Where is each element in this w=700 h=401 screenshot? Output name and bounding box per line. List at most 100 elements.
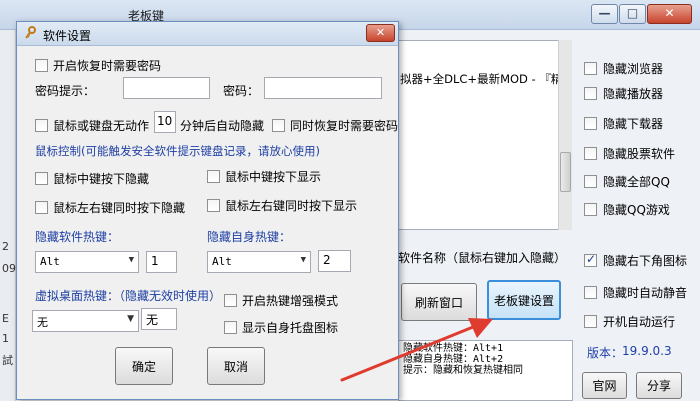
checkbox-box[interactable]	[584, 252, 597, 267]
checkbox-box[interactable]	[35, 201, 48, 214]
hide-self-hotkey-label: 隐藏自身热键：	[207, 230, 292, 244]
checkbox-label: 开启恢复时需要密码	[53, 59, 162, 73]
strip-char: 試	[2, 354, 13, 367]
checkbox-box[interactable]	[207, 170, 220, 183]
dialog-close-button[interactable]: ✕	[366, 24, 395, 42]
hide-tray-icons-checkbox[interactable]: 隐藏右下角图标	[584, 252, 687, 269]
select-value: Alt	[212, 255, 232, 268]
hotkey-info-line: 隐藏软件热键：Alt+1	[403, 343, 504, 354]
checkbox-label: 隐藏QQ游戏	[603, 203, 670, 217]
minimize-button[interactable]: —	[591, 4, 618, 24]
process-list[interactable]: 拟器+全DLC+最新MOD - 『精品	[396, 40, 572, 230]
checkbox-label: 隐藏下载器	[603, 117, 664, 131]
password-hint-label: 密码提示：	[35, 84, 96, 98]
checkbox-label: 隐藏时自动静音	[603, 286, 688, 300]
restore-needs-password-checkbox[interactable]: 同时恢复时需要密码	[272, 117, 398, 134]
checkbox-box[interactable]	[584, 147, 597, 160]
checkbox-label: 鼠标或键盘无动作	[53, 119, 150, 133]
minimize-icon: —	[598, 6, 611, 20]
checkbox-box[interactable]	[224, 294, 237, 307]
checkbox-box[interactable]	[584, 175, 597, 188]
hide-player-checkbox[interactable]: 隐藏播放器	[584, 85, 663, 102]
checkbox-box[interactable]	[584, 286, 597, 299]
close-icon: ✕	[375, 26, 386, 39]
checkbox-label: 同时恢复时需要密码	[290, 119, 399, 133]
restore-password-checkbox[interactable]: 开启恢复时需要密码	[35, 57, 161, 74]
checkbox-box[interactable]	[584, 87, 597, 100]
version-value: 19.9.0.3	[622, 344, 672, 358]
idle-suffix-label: 分钟后自动隐藏	[180, 119, 265, 133]
share-button[interactable]: 分享	[636, 372, 682, 399]
password-hint-input[interactable]	[123, 77, 210, 99]
maximize-button[interactable]: □	[619, 4, 646, 24]
checkbox-box[interactable]	[584, 203, 597, 216]
auto-mute-checkbox[interactable]: 隐藏时自动静音	[584, 284, 687, 301]
both-buttons-show-checkbox[interactable]: 鼠标左右键同时按下显示	[207, 197, 357, 214]
idle-minutes-input[interactable]: 10	[154, 111, 176, 133]
virtual-desktop-hotkey-label: 虚拟桌面热键：（隐藏无效时使用）	[35, 289, 222, 303]
maximize-icon: □	[626, 6, 639, 20]
hide-stock-software-checkbox[interactable]: 隐藏股票软件	[584, 145, 675, 162]
enhanced-hotkey-checkbox[interactable]: 开启热键增强模式	[224, 292, 338, 309]
key-icon-svg	[25, 26, 36, 39]
mouse-control-note: 鼠标控制(可能触发安全软件提示键盘记录，请放心使用)	[35, 144, 320, 158]
checkbox-label: 隐藏浏览器	[603, 62, 664, 76]
hide-self-key-input[interactable]: 2	[318, 250, 351, 272]
password-input[interactable]	[264, 77, 382, 99]
process-list-scrollbar[interactable]	[558, 40, 572, 230]
version-label: 版本：	[587, 346, 624, 360]
select-value: 无	[37, 316, 48, 329]
checkbox-label: 鼠标中键按下显示	[225, 170, 322, 184]
boss-key-settings-button[interactable]: 老板键设置	[487, 280, 561, 320]
hide-self-modifier-select[interactable]: Alt ▼	[207, 251, 311, 273]
close-button[interactable]: ✕	[647, 4, 692, 24]
checkbox-box[interactable]	[584, 315, 597, 328]
virtual-desktop-modifier-select[interactable]: 无 ▼	[32, 310, 139, 332]
hide-software-modifier-select[interactable]: Alt ▼	[35, 251, 139, 273]
checkbox-box[interactable]	[35, 59, 48, 72]
hide-all-qq-checkbox[interactable]: 隐藏全部QQ	[584, 173, 670, 190]
checkbox-box[interactable]	[272, 119, 285, 132]
virtual-desktop-key-input[interactable]: 无	[141, 308, 177, 330]
checkbox-label: 隐藏右下角图标	[603, 254, 688, 268]
middle-click-show-checkbox[interactable]: 鼠标中键按下显示	[207, 168, 321, 185]
hotkey-info-line: 提示：隐藏和恢复热键相同	[403, 365, 523, 376]
both-buttons-hide-checkbox[interactable]: 鼠标左右键同时按下隐藏	[35, 199, 185, 216]
scrollbar-thumb[interactable]	[560, 152, 571, 192]
cancel-button[interactable]: 取消	[207, 347, 265, 385]
strip-char: 2	[2, 240, 9, 253]
checkbox-box[interactable]	[35, 119, 48, 132]
checkbox-label: 显示自身托盘图标	[242, 321, 339, 335]
checkbox-label: 隐藏播放器	[603, 87, 664, 101]
strip-char: 09	[2, 262, 16, 275]
checkbox-box[interactable]	[584, 62, 597, 75]
checkbox-label: 鼠标左右键同时按下显示	[225, 199, 358, 213]
middle-click-hide-checkbox[interactable]: 鼠标中键按下隐藏	[35, 170, 149, 187]
checkbox-box[interactable]	[584, 117, 597, 130]
refresh-window-button[interactable]: 刷新窗口	[401, 283, 477, 321]
select-value: Alt	[40, 255, 60, 268]
checkbox-label: 隐藏全部QQ	[603, 175, 670, 189]
checkbox-label: 开启热键增强模式	[242, 294, 339, 308]
auto-start-checkbox[interactable]: 开机自动运行	[584, 313, 675, 330]
checkbox-box[interactable]	[35, 172, 48, 185]
hide-downloader-checkbox[interactable]: 隐藏下载器	[584, 115, 663, 132]
checkbox-label: 隐藏股票软件	[603, 147, 676, 161]
hide-browser-checkbox[interactable]: 隐藏浏览器	[584, 60, 663, 77]
strip-char: 1	[2, 332, 9, 345]
process-list-item[interactable]: 拟器+全DLC+最新MOD - 『精品	[400, 71, 570, 87]
checkbox-box[interactable]	[224, 321, 237, 334]
idle-auto-hide-checkbox[interactable]: 鼠标或键盘无动作	[35, 117, 149, 134]
hide-software-hotkey-label: 隐藏软件热键：	[35, 230, 120, 244]
hide-qq-games-checkbox[interactable]: 隐藏QQ游戏	[584, 201, 670, 218]
chevron-down-icon: ▼	[300, 255, 306, 265]
checkbox-label: 鼠标左右键同时按下隐藏	[53, 201, 186, 215]
website-button[interactable]: 官网	[582, 372, 627, 399]
hide-software-key-input[interactable]: 1	[146, 251, 177, 273]
left-strip: 2 09 E 1 試	[0, 30, 16, 401]
password-label: 密码：	[223, 84, 260, 98]
chevron-down-icon: ▼	[128, 255, 134, 265]
ok-button[interactable]: 确定	[115, 347, 173, 385]
checkbox-box[interactable]	[207, 199, 220, 212]
show-tray-icon-checkbox[interactable]: 显示自身托盘图标	[224, 319, 338, 336]
